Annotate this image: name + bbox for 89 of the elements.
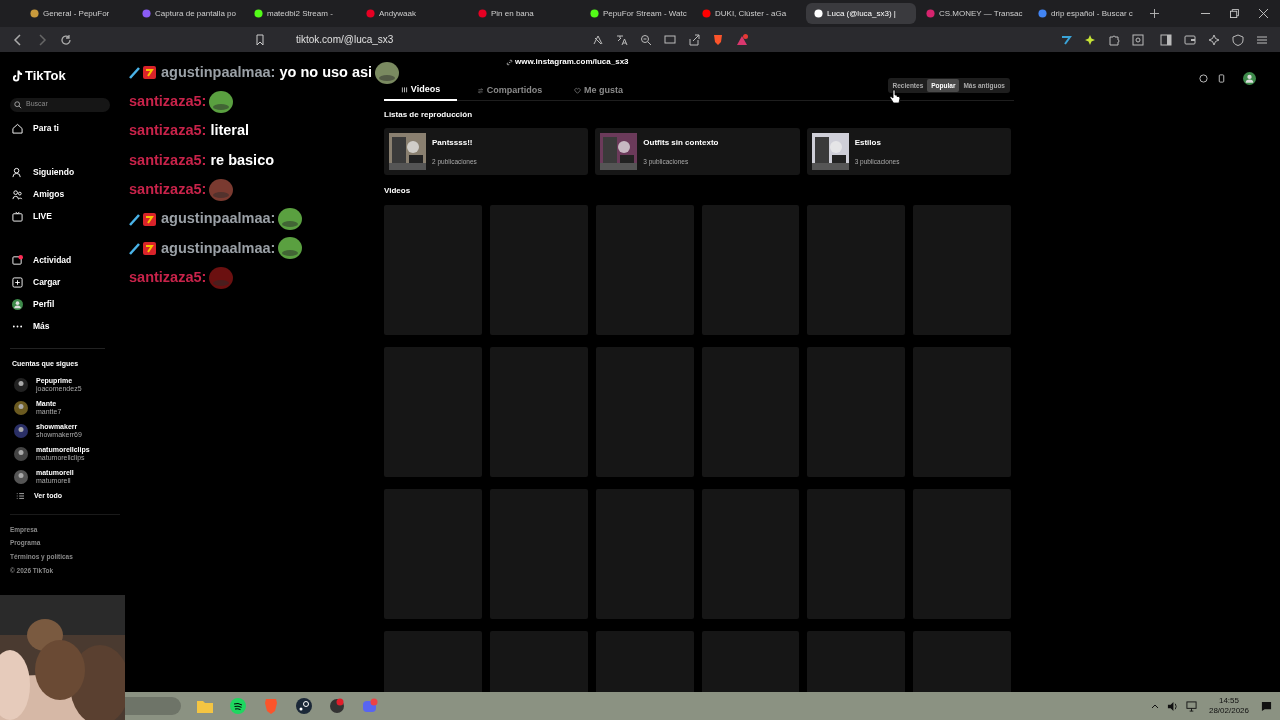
- new-tab-icon[interactable]: [1150, 9, 1159, 18]
- share-icon[interactable]: [688, 33, 700, 46]
- vpn-shield-icon[interactable]: [1232, 33, 1244, 46]
- forward-icon[interactable]: [36, 33, 48, 46]
- playlist-title: Outfits sin contexto: [643, 136, 719, 149]
- heart-icon: [574, 87, 581, 94]
- browser-tab[interactable]: General - PepuFor: [22, 3, 132, 24]
- close-icon[interactable]: [1259, 9, 1268, 18]
- message-icon: [12, 255, 23, 266]
- reload-icon[interactable]: [60, 33, 72, 46]
- notification-icon[interactable]: [1261, 700, 1272, 712]
- tv-icon: [12, 211, 23, 222]
- nav-item[interactable]: Perfil: [10, 293, 55, 316]
- window-search-icon[interactable]: [1132, 33, 1144, 46]
- bookmark-icon[interactable]: [254, 33, 266, 46]
- browser-tab[interactable]: matedbi2 Stream -: [246, 3, 356, 24]
- record-app-icon[interactable]: [329, 698, 345, 714]
- sidebar-icon[interactable]: [1160, 33, 1172, 46]
- menu-icon[interactable]: [1256, 33, 1268, 46]
- phone-icon[interactable]: [1217, 74, 1226, 83]
- nav-item[interactable]: LIVE: [10, 205, 52, 228]
- chat-message: agustinpaalmaa: yo no uso asi: [161, 62, 373, 82]
- nav-item[interactable]: Más: [10, 315, 50, 338]
- playlist-title: Pantssss!!: [432, 136, 474, 149]
- profile-tab[interactable]: Compartidos: [473, 80, 546, 101]
- browser-tab[interactable]: Pin en bana: [470, 3, 580, 24]
- playlist-title: Estilos: [854, 136, 882, 149]
- translate-icon[interactable]: [616, 33, 628, 46]
- browser-tab[interactable]: drip español - Buscar c: [1030, 3, 1140, 24]
- tiktok-logo-text[interactable]: TikTok: [25, 66, 66, 86]
- chat-message: agustinpaalmaa:: [161, 238, 276, 258]
- zoom-icon[interactable]: [640, 33, 652, 46]
- steam-icon[interactable]: [296, 698, 312, 714]
- chat-message: santizaza5: re basico: [129, 150, 275, 170]
- avatar-icon: [14, 423, 28, 438]
- read-aloud-icon[interactable]: [592, 33, 604, 46]
- nav-item[interactable]: Cargar: [10, 271, 61, 294]
- avatar-icon: [14, 377, 28, 392]
- search-icon: [14, 100, 22, 109]
- browser-tab[interactable]: DUKI, Clúster - aGa: [694, 3, 804, 24]
- tiktok-note-icon[interactable]: [12, 69, 23, 82]
- address-field[interactable]: tiktok.com/@luca_sx3: [296, 32, 394, 47]
- list-icon: [16, 492, 24, 501]
- nav-item[interactable]: Amigos: [10, 183, 65, 206]
- triangle-icon[interactable]: [736, 33, 748, 46]
- browser-tab[interactable]: Luca (@luca_sx3) |: [806, 3, 916, 24]
- profile-tab[interactable]: Me gusta: [562, 80, 635, 101]
- section-heading: Videos: [384, 185, 412, 197]
- extension-icon[interactable]: [1060, 33, 1072, 46]
- browser-tab[interactable]: Captura de pantalla po: [134, 3, 244, 24]
- speaker-icon[interactable]: [1166, 700, 1178, 712]
- browser-tab[interactable]: PepuFor Stream - Watc: [582, 3, 692, 24]
- nav-item[interactable]: Siguiendo: [10, 161, 75, 184]
- avatar-icon: [14, 400, 28, 415]
- back-icon[interactable]: [12, 33, 24, 46]
- chat-message: agustinpaalmaa:: [161, 209, 276, 229]
- chat-message: santizaza5:: [129, 92, 207, 112]
- grid-icon: [400, 86, 408, 93]
- avatar-icon: [12, 299, 23, 310]
- chat-message: santizaza5: literal: [129, 121, 250, 141]
- cast-icon[interactable]: [664, 33, 676, 46]
- plus-square-icon: [12, 277, 23, 288]
- shield-icon[interactable]: [712, 33, 724, 46]
- avatar-icon: [14, 446, 28, 461]
- wallet-icon[interactable]: [1184, 33, 1196, 46]
- section-heading: Listas de reproducción: [384, 109, 474, 121]
- profile-link[interactable]: www.instagram.com/luca_sx3: [515, 56, 629, 68]
- repost-icon: [476, 87, 484, 94]
- home-icon: [12, 123, 23, 134]
- clock-time[interactable]: 14:55: [1218, 696, 1239, 706]
- people-icon: [12, 189, 23, 200]
- star-icon[interactable]: [1084, 33, 1096, 46]
- restore-icon[interactable]: [1230, 9, 1239, 18]
- chevron-up-icon[interactable]: [1150, 702, 1159, 710]
- person-icon: [12, 167, 23, 178]
- clock-date[interactable]: 28/02/2026: [1208, 706, 1249, 716]
- chat-message: santizaza5:: [129, 179, 207, 199]
- nav-item[interactable]: Para ti: [10, 117, 59, 140]
- chat-message: santizaza5:: [129, 267, 207, 287]
- avatar-icon[interactable]: [1243, 72, 1256, 85]
- compass-icon[interactable]: [1199, 74, 1208, 83]
- browser-tab[interactable]: CS.MONEY — Transac: [918, 3, 1028, 24]
- browser-tab[interactable]: Andywaak: [358, 3, 468, 24]
- sparkle-icon[interactable]: [1208, 33, 1220, 46]
- music-app-icon[interactable]: [230, 698, 246, 714]
- nav-item[interactable]: Actividad: [10, 249, 72, 272]
- cursor-icon: [889, 89, 901, 104]
- monitor-icon[interactable]: [1185, 700, 1197, 712]
- avatar-icon: [14, 469, 28, 484]
